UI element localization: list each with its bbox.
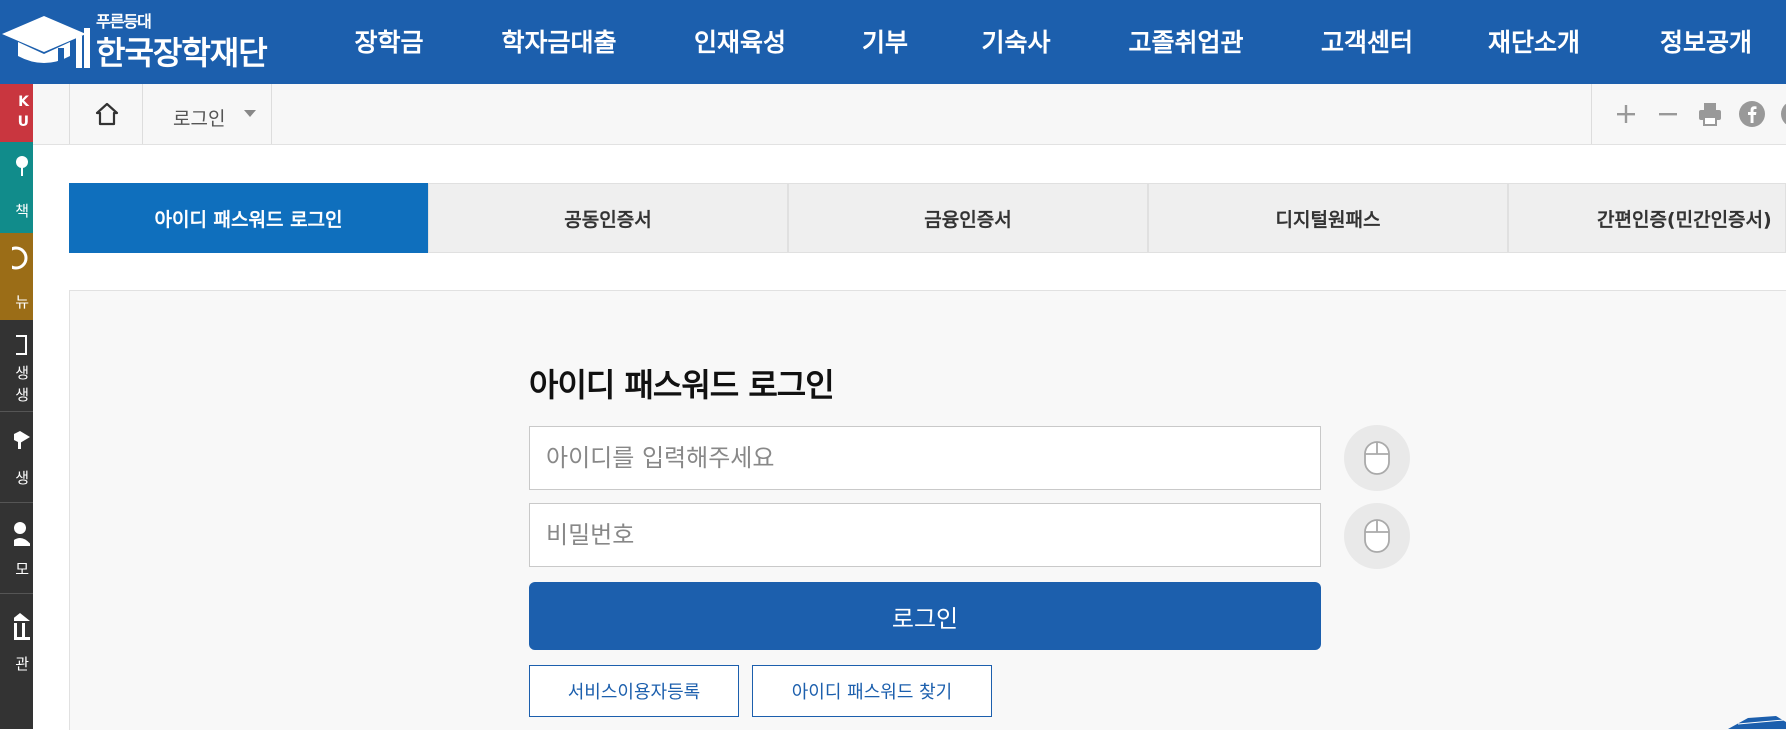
chevron-down-icon bbox=[244, 110, 256, 117]
building-icon bbox=[14, 613, 30, 640]
tab-id-password[interactable]: 아이디 패스워드 로그인 bbox=[69, 183, 428, 253]
breadcrumb-current: 로그인 bbox=[173, 108, 226, 130]
tab-digital-onepass[interactable]: 디지털원패스 bbox=[1148, 183, 1508, 253]
quick-item-3[interactable]: 생 생 bbox=[0, 320, 33, 412]
corner-decoration-icon bbox=[1728, 716, 1786, 729]
quick-item-ku[interactable]: K U bbox=[0, 84, 33, 142]
nav-item-disclosure[interactable]: 정보공개 bbox=[1660, 0, 1752, 84]
graduation-cap-icon bbox=[14, 431, 30, 449]
virtual-keyboard-button-password[interactable] bbox=[1344, 503, 1410, 569]
quick-item-4[interactable]: 생 bbox=[0, 411, 33, 503]
tab-financial-certificate[interactable]: 금융인증서 bbox=[788, 183, 1148, 253]
quick-item-5[interactable]: 모 bbox=[0, 502, 33, 594]
nav-item-donation[interactable]: 기부 bbox=[862, 0, 908, 84]
home-icon bbox=[95, 102, 119, 126]
nav-item-employment[interactable]: 고졸취업관 bbox=[1128, 0, 1243, 84]
quick-item-2[interactable]: 뉴 bbox=[0, 233, 33, 320]
book-icon bbox=[16, 335, 27, 355]
tab-joint-certificate[interactable]: 공동인증서 bbox=[428, 183, 788, 253]
password-input[interactable] bbox=[529, 503, 1321, 567]
tab-simple-auth[interactable]: 간편인증(민간인증서) bbox=[1508, 183, 1786, 253]
quick-menu: K U 책 뉴 생 생 생 모 관 bbox=[0, 84, 33, 729]
nav-item-talent[interactable]: 인재육성 bbox=[694, 0, 786, 84]
find-id-password-button[interactable]: 아이디 패스워드 찾기 bbox=[752, 665, 992, 717]
login-button[interactable]: 로그인 bbox=[529, 582, 1321, 650]
breadcrumb: 로그인 bbox=[33, 84, 1786, 145]
nav-item-dormitory[interactable]: 기숙사 bbox=[981, 0, 1050, 84]
breadcrumb-select[interactable]: 로그인 bbox=[141, 84, 272, 144]
virtual-keyboard-button[interactable] bbox=[1344, 425, 1410, 491]
quick-item-1[interactable]: 책 bbox=[0, 142, 33, 233]
nav-item-student-loan[interactable]: 학자금대출 bbox=[501, 0, 616, 84]
nav-item-scholarship[interactable]: 장학금 bbox=[354, 0, 423, 84]
site-logo[interactable]: 푸른등대 한국장학재단 bbox=[0, 4, 290, 76]
mouse-icon bbox=[1364, 441, 1390, 475]
zoom-out-icon[interactable] bbox=[1654, 100, 1682, 128]
zoom-in-icon[interactable] bbox=[1612, 100, 1640, 128]
graduation-cap-logo-icon bbox=[2, 16, 90, 68]
page-tools bbox=[1591, 84, 1786, 144]
id-input[interactable] bbox=[529, 426, 1321, 490]
mouse-icon bbox=[1364, 519, 1390, 553]
quick-item-6[interactable]: 관 bbox=[0, 593, 33, 729]
facebook-icon[interactable] bbox=[1738, 100, 1766, 128]
logo-title: 한국장학재단 bbox=[96, 34, 268, 72]
print-icon[interactable] bbox=[1696, 100, 1724, 128]
user-icon bbox=[14, 522, 30, 546]
home-button[interactable] bbox=[69, 84, 143, 144]
top-header: 푸른등대 한국장학재단 장학금 학자금대출 인재육성 기부 기숙사 고졸취업관 … bbox=[0, 0, 1786, 84]
nav-item-customer-center[interactable]: 고객센터 bbox=[1321, 0, 1413, 84]
nav-item-about[interactable]: 재단소개 bbox=[1488, 0, 1580, 84]
register-button[interactable]: 서비스이용자등록 bbox=[529, 665, 739, 717]
share-icon[interactable] bbox=[1780, 100, 1786, 128]
pin-icon bbox=[16, 156, 28, 176]
circle-menu-icon bbox=[12, 246, 28, 270]
login-title: 아이디 패스워드 로그인 bbox=[529, 366, 835, 404]
